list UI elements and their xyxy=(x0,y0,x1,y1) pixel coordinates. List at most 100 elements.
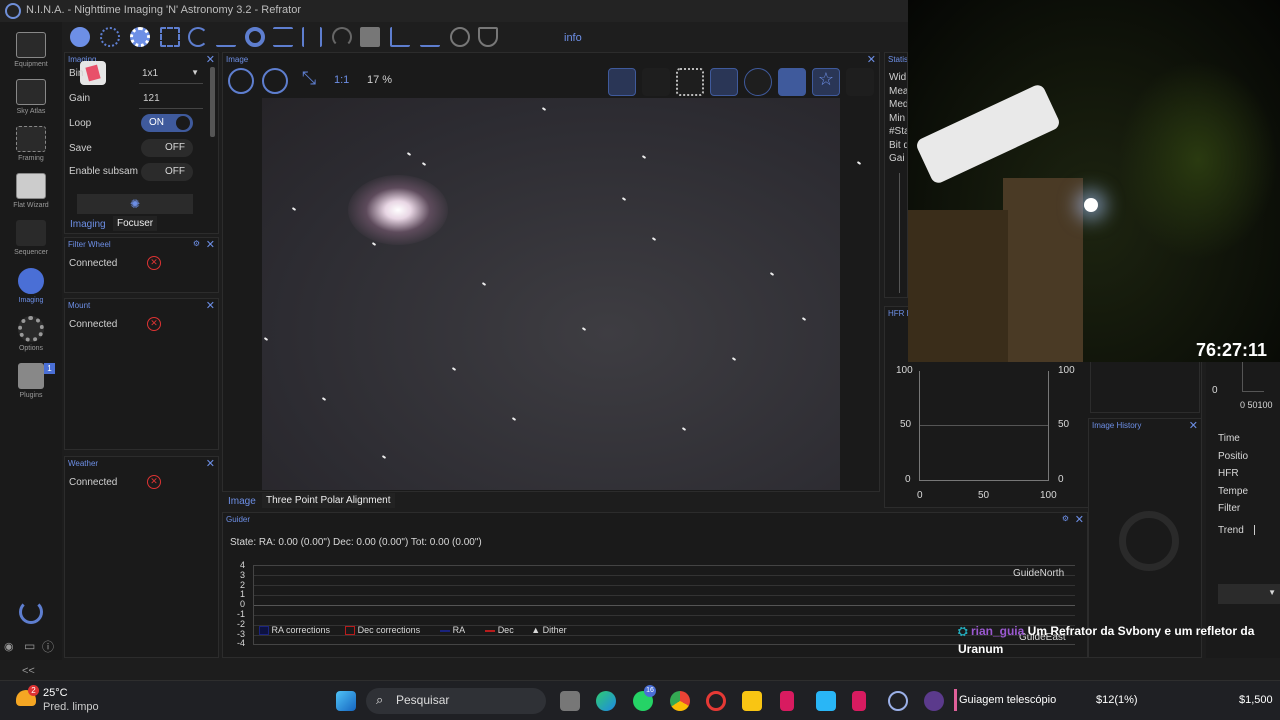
nav-label: Options xyxy=(18,345,44,352)
sliders-icon[interactable] xyxy=(302,27,322,47)
opera-icon[interactable] xyxy=(706,691,726,711)
power-icon[interactable] xyxy=(19,600,43,624)
close-icon[interactable]: ✕ xyxy=(206,53,215,66)
one-to-one-button[interactable]: 1:1 xyxy=(334,74,349,86)
rotate-icon[interactable] xyxy=(608,68,636,96)
info-tab[interactable]: info xyxy=(564,32,582,44)
guide-legend: RA corrections Dec corrections RA Dec ▲ … xyxy=(259,625,567,636)
x-tick: 0 xyxy=(917,490,923,501)
nav-sky-atlas[interactable]: Sky Atlas xyxy=(0,79,62,115)
nav-label: Sky Atlas xyxy=(16,108,46,115)
nina-taskbar-icon[interactable] xyxy=(888,691,908,711)
camera-icon[interactable] xyxy=(70,27,90,47)
star-detect-icon[interactable] xyxy=(710,68,738,96)
focuser-icon[interactable] xyxy=(130,27,150,47)
detail-label: HFR xyxy=(1218,468,1239,479)
fit-icon[interactable]: ⤡ xyxy=(296,68,322,94)
safety-icon[interactable] xyxy=(360,27,380,47)
guider-icon[interactable] xyxy=(245,27,265,47)
grid-icon[interactable] xyxy=(676,68,704,96)
star-icon[interactable]: ☆ xyxy=(812,68,840,96)
stat-label: #Sta xyxy=(889,126,908,137)
nav-sequencer[interactable]: Sequencer xyxy=(0,220,62,256)
dropdown[interactable]: ▼ xyxy=(1218,584,1280,604)
annotate-icon[interactable] xyxy=(846,68,874,96)
trend-icon[interactable] xyxy=(420,27,440,47)
close-icon[interactable]: ✕ xyxy=(206,457,215,470)
star xyxy=(381,455,387,459)
star xyxy=(541,107,547,111)
tab-imaging[interactable]: Imaging xyxy=(66,217,110,232)
dither-triangle-icon: ▲ xyxy=(531,625,541,635)
nav-options[interactable]: Options xyxy=(0,316,62,352)
gain-input[interactable]: 121 xyxy=(139,91,203,109)
nav-flat-wizard[interactable]: Flat Wizard xyxy=(0,173,62,209)
sky-image[interactable] xyxy=(262,98,862,490)
subsample-toggle[interactable]: OFF xyxy=(141,163,193,181)
history-icon xyxy=(1119,511,1179,571)
task-view-icon[interactable] xyxy=(560,691,580,711)
nav-imaging[interactable]: Imaging xyxy=(0,268,62,304)
tab-polar-alignment[interactable]: Three Point Polar Alignment xyxy=(262,493,395,508)
edge-icon[interactable] xyxy=(596,691,616,711)
gridline xyxy=(254,585,1075,586)
app-icon[interactable] xyxy=(780,691,794,711)
crosshair-icon[interactable] xyxy=(744,68,772,96)
rotator-icon[interactable] xyxy=(160,27,180,47)
statistics-icon[interactable] xyxy=(390,27,410,47)
rotate-icon[interactable] xyxy=(188,27,208,47)
zoom-out-icon[interactable] xyxy=(262,68,288,94)
flip-icon[interactable] xyxy=(642,68,670,96)
close-icon[interactable]: ✕ xyxy=(206,299,215,312)
temperature[interactable]: 25°C xyxy=(43,687,68,699)
nav-plugins[interactable]: Plugins 1 xyxy=(0,363,62,399)
scrollbar[interactable] xyxy=(210,67,215,137)
save-toggle[interactable]: OFF xyxy=(141,139,193,157)
weather-text[interactable]: Pred. limpo xyxy=(43,701,99,713)
chrome-icon[interactable] xyxy=(670,691,690,711)
chat-user: rian_guia xyxy=(970,624,1025,638)
panel-header: Filter Wheel ⚙ ✕ xyxy=(65,238,218,252)
close-icon[interactable]: ✕ xyxy=(867,53,876,66)
flat-wizard-icon xyxy=(16,173,46,199)
guide-north-label: GuideNorth xyxy=(1013,568,1065,579)
gear-icon[interactable]: ⚙ xyxy=(1062,514,1069,523)
y-tick: 0 xyxy=(1058,474,1064,485)
collapse-icon[interactable]: << xyxy=(22,665,35,677)
tab-focuser[interactable]: Focuser xyxy=(113,216,158,231)
app-icon[interactable] xyxy=(924,691,944,711)
nina-logo-icon xyxy=(5,3,21,19)
close-icon[interactable]: ✕ xyxy=(1189,419,1198,432)
filter-wheel-icon[interactable] xyxy=(100,27,120,47)
bin-select[interactable]: 1x1 ▼ xyxy=(139,66,203,84)
star xyxy=(291,207,297,211)
close-icon[interactable]: ✕ xyxy=(1075,513,1084,526)
capture-button[interactable]: ✺ xyxy=(77,194,193,214)
guide-y-ticks: 4 3 2 1 0 -1 -2 -3 -4 xyxy=(235,560,245,649)
dome-icon[interactable] xyxy=(332,27,352,47)
eye-icon[interactable]: ◉ xyxy=(4,640,14,653)
foliage xyxy=(1118,60,1278,260)
app-icon[interactable] xyxy=(852,691,866,711)
tab-image[interactable]: Image xyxy=(224,494,260,509)
shield-icon[interactable] xyxy=(478,27,498,47)
info-icon[interactable]: ⓘ xyxy=(42,638,54,655)
nav-framing[interactable]: Framing xyxy=(0,126,62,162)
lightbulb-icon[interactable] xyxy=(450,27,470,47)
zoom-in-icon[interactable] xyxy=(228,68,254,94)
close-icon[interactable]: ✕ xyxy=(206,238,215,251)
x-tick: 100 xyxy=(1040,490,1057,501)
app-icon[interactable] xyxy=(816,691,836,711)
list-icon[interactable] xyxy=(273,27,293,47)
panel-title: Filter Wheel xyxy=(68,240,111,249)
book-icon[interactable]: ▭ xyxy=(24,639,35,653)
loop-toggle[interactable]: ON xyxy=(141,114,193,132)
stretch-icon[interactable] xyxy=(778,68,806,96)
gear-icon[interactable]: ⚙ xyxy=(193,239,200,248)
nav-equipment[interactable]: Equipment xyxy=(0,32,62,68)
file-explorer-icon[interactable] xyxy=(742,691,762,711)
axis-value: 0 50100 xyxy=(1240,400,1273,410)
search-box[interactable]: ⌕ Pesquisar xyxy=(366,688,546,714)
windows-start-icon[interactable] xyxy=(336,691,356,711)
telescope-icon[interactable] xyxy=(216,27,236,47)
